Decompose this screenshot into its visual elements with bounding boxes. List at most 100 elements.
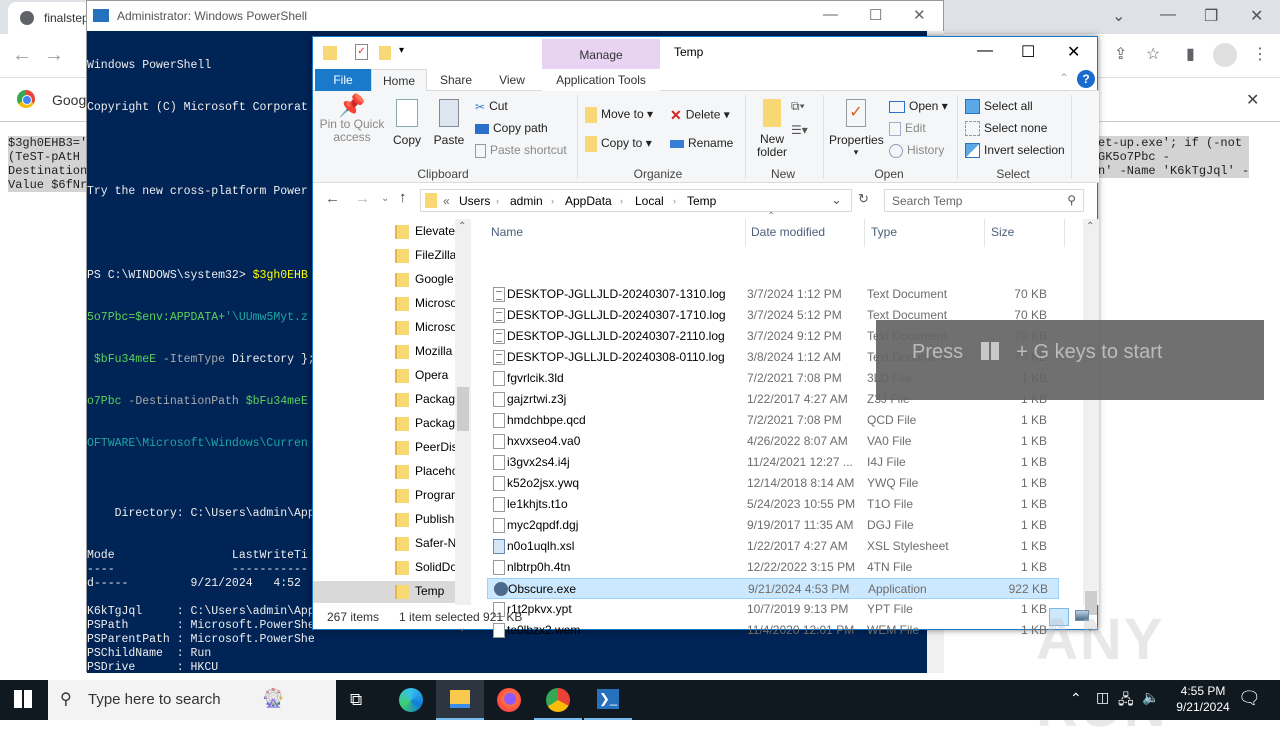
menu-icon[interactable]: ⋮	[1252, 44, 1268, 64]
up-icon[interactable]: ↑	[399, 189, 407, 206]
properties-qa-icon[interactable]: ✓	[355, 44, 368, 60]
nav-item[interactable]: Safer-N	[393, 533, 455, 555]
column-type[interactable]: Type	[871, 225, 897, 239]
file-row[interactable]: i3gvx2s4.i4j 11/24/2021 12:27 ... I4J File…	[487, 452, 1059, 473]
copy-path-button[interactable]: Copy path	[475, 121, 548, 135]
tab-view[interactable]: View	[487, 69, 537, 91]
taskbar-explorer[interactable]	[436, 680, 484, 720]
nav-item[interactable]: Publish	[393, 509, 455, 531]
cut-button[interactable]: ✂ Cut	[475, 99, 508, 114]
copy-to-button[interactable]: Copy to ▾	[585, 136, 652, 152]
close-icon[interactable]: ✕	[1250, 6, 1263, 26]
back-icon[interactable]: ←	[325, 190, 340, 207]
search-input[interactable]: Search Temp ⚲	[884, 189, 1084, 212]
recent-locations-icon[interactable]: ⌄	[381, 193, 389, 204]
file-row[interactable]: hmdchbpe.qcd 7/2/2021 7:08 PM QCD File 1 KB	[487, 410, 1059, 431]
forward-icon[interactable]: →	[355, 190, 370, 207]
minimize-icon[interactable]: —	[823, 6, 838, 23]
rename-button[interactable]: Rename	[670, 136, 733, 150]
tray-camera-icon[interactable]: ◫	[1096, 689, 1109, 706]
scroll-up-icon[interactable]: ⌃	[1086, 221, 1094, 232]
history-button[interactable]: History	[889, 143, 944, 158]
close-icon[interactable]: ✕	[913, 6, 926, 24]
nav-item[interactable]: Mozilla	[393, 341, 455, 363]
file-row[interactable]: k52o2jsx.ywq 12/14/2018 8:14 AM YWQ File 1 …	[487, 473, 1059, 494]
breadcrumb-users[interactable]: Users	[459, 194, 490, 208]
taskbar-chrome[interactable]	[534, 680, 582, 720]
nav-item[interactable]: Packages	[393, 413, 455, 435]
star-icon[interactable]: ☆	[1146, 44, 1160, 64]
task-view-icon[interactable]: ⧉	[350, 690, 362, 710]
file-row[interactable]: myc2qpdf.dgj 9/19/2017 11:35 AM DGJ File 1 …	[487, 515, 1059, 536]
nav-item[interactable]: Google	[393, 269, 455, 291]
edit-button[interactable]: Edit	[889, 121, 926, 136]
nav-item[interactable]: Microsoft	[393, 317, 455, 339]
breadcrumb-overflow[interactable]: «	[443, 194, 450, 208]
taskbar-search-input[interactable]: ⚲ Type here to search 🎡	[48, 680, 336, 720]
minimize-icon[interactable]: —	[1160, 6, 1176, 24]
nav-item[interactable]: Elevate	[393, 221, 455, 243]
file-row[interactable]: DESKTOP-JGLLJLD-20240307-1310.log 3/7/202…	[487, 284, 1059, 305]
new-folder-button[interactable]: New folder	[751, 99, 793, 159]
move-to-button[interactable]: Move to ▾	[585, 107, 653, 123]
edge-icon[interactable]	[399, 688, 423, 712]
address-bar[interactable]: « Users › admin › AppData › Local › Temp…	[420, 189, 852, 212]
breadcrumb-admin[interactable]: admin	[510, 194, 543, 208]
nav-item[interactable]: FileZilla	[393, 245, 455, 267]
new-item-icon[interactable]: ⧉▾	[791, 99, 805, 114]
nav-item[interactable]: Packages	[393, 389, 455, 411]
tray-overflow-icon[interactable]: ⌃	[1070, 690, 1082, 707]
tab-share[interactable]: Share	[431, 69, 481, 91]
firefox-icon[interactable]	[497, 688, 521, 712]
infobar-close-icon[interactable]: ✕	[1246, 90, 1259, 110]
properties-button[interactable]: ✓ Properties ▾	[829, 99, 884, 158]
nav-item[interactable]: PeerDist	[393, 437, 455, 459]
delete-button[interactable]: ✕ Delete ▾	[670, 107, 730, 124]
file-row[interactable]: hxvxseo4.va0 4/26/2022 8:07 AM VA0 File 1 K…	[487, 431, 1059, 452]
customize-qa-icon[interactable]: ▾	[399, 45, 404, 56]
nav-item[interactable]: SolidDo	[393, 557, 455, 579]
open-button[interactable]: Open ▾	[889, 99, 948, 113]
breadcrumb-appdata[interactable]: AppData	[565, 194, 612, 208]
sidepanel-icon[interactable]: ▮	[1186, 44, 1195, 64]
address-dropdown-icon[interactable]: ⌄	[831, 192, 842, 208]
select-all-button[interactable]: Select all	[965, 99, 1033, 115]
nav-item[interactable]: Microsoft	[393, 293, 455, 315]
breadcrumb-temp[interactable]: Temp	[687, 194, 716, 208]
file-row[interactable]: Obscure.exe 9/21/2024 4:53 PM Application 9…	[487, 578, 1059, 599]
pin-to-quick-access-button[interactable]: 📌 Pin to Quick access	[319, 95, 385, 144]
clock[interactable]: 4:55 PM 9/21/2024	[1166, 684, 1240, 714]
maximize-icon[interactable]: ☐	[1021, 42, 1035, 62]
powershell-titlebar[interactable]: Administrator: Windows PowerShell — ☐ ✕	[87, 1, 943, 31]
breadcrumb-local[interactable]: Local	[635, 194, 664, 208]
scroll-up-icon[interactable]: ⌃	[458, 221, 466, 232]
network-icon[interactable]: 🖧	[1118, 689, 1134, 713]
taskbar-powershell[interactable]: ❯_	[584, 680, 632, 720]
explorer-titlebar[interactable]: ✓ ▾ Manage Temp — ☐ ✕	[313, 37, 1097, 69]
invert-selection-button[interactable]: Invert selection	[965, 143, 1065, 159]
file-list-scrollbar[interactable]: ⌃ ⌄	[1083, 219, 1099, 634]
paste-shortcut-button[interactable]: Paste shortcut	[475, 143, 567, 158]
tab-home[interactable]: Home	[371, 69, 427, 92]
collapse-ribbon-icon[interactable]: ⌃	[1059, 71, 1069, 85]
nav-scrollbar[interactable]: ⌃ ⌄	[455, 219, 471, 634]
nav-item[interactable]: Programs	[393, 485, 455, 507]
back-icon[interactable]: ←	[12, 44, 32, 67]
file-row[interactable]: nlbtrp0h.4tn 12/22/2022 3:15 PM 4TN File 1 …	[487, 557, 1059, 578]
start-button[interactable]	[14, 690, 32, 708]
scroll-thumb[interactable]	[457, 387, 469, 431]
nav-item[interactable]: Placeholder	[393, 461, 455, 483]
tab-file[interactable]: File	[315, 69, 371, 91]
profile-avatar[interactable]	[1213, 43, 1237, 67]
tab-application-tools[interactable]: Application Tools	[542, 69, 660, 91]
column-size[interactable]: Size	[991, 225, 1014, 239]
forward-icon[interactable]: →	[44, 44, 64, 67]
maximize-icon[interactable]: ☐	[869, 6, 882, 24]
column-name[interactable]: Name	[491, 225, 523, 239]
select-none-button[interactable]: Select none	[965, 121, 1047, 137]
nav-item[interactable]: Opera	[393, 365, 455, 387]
file-row[interactable]: n0o1uqlh.xsl 1/22/2017 4:27 AM XSL Stylesh…	[487, 536, 1059, 557]
close-icon[interactable]: ✕	[1067, 42, 1080, 62]
new-folder-qa-icon[interactable]	[379, 46, 391, 60]
refresh-icon[interactable]: ↻	[858, 191, 869, 207]
